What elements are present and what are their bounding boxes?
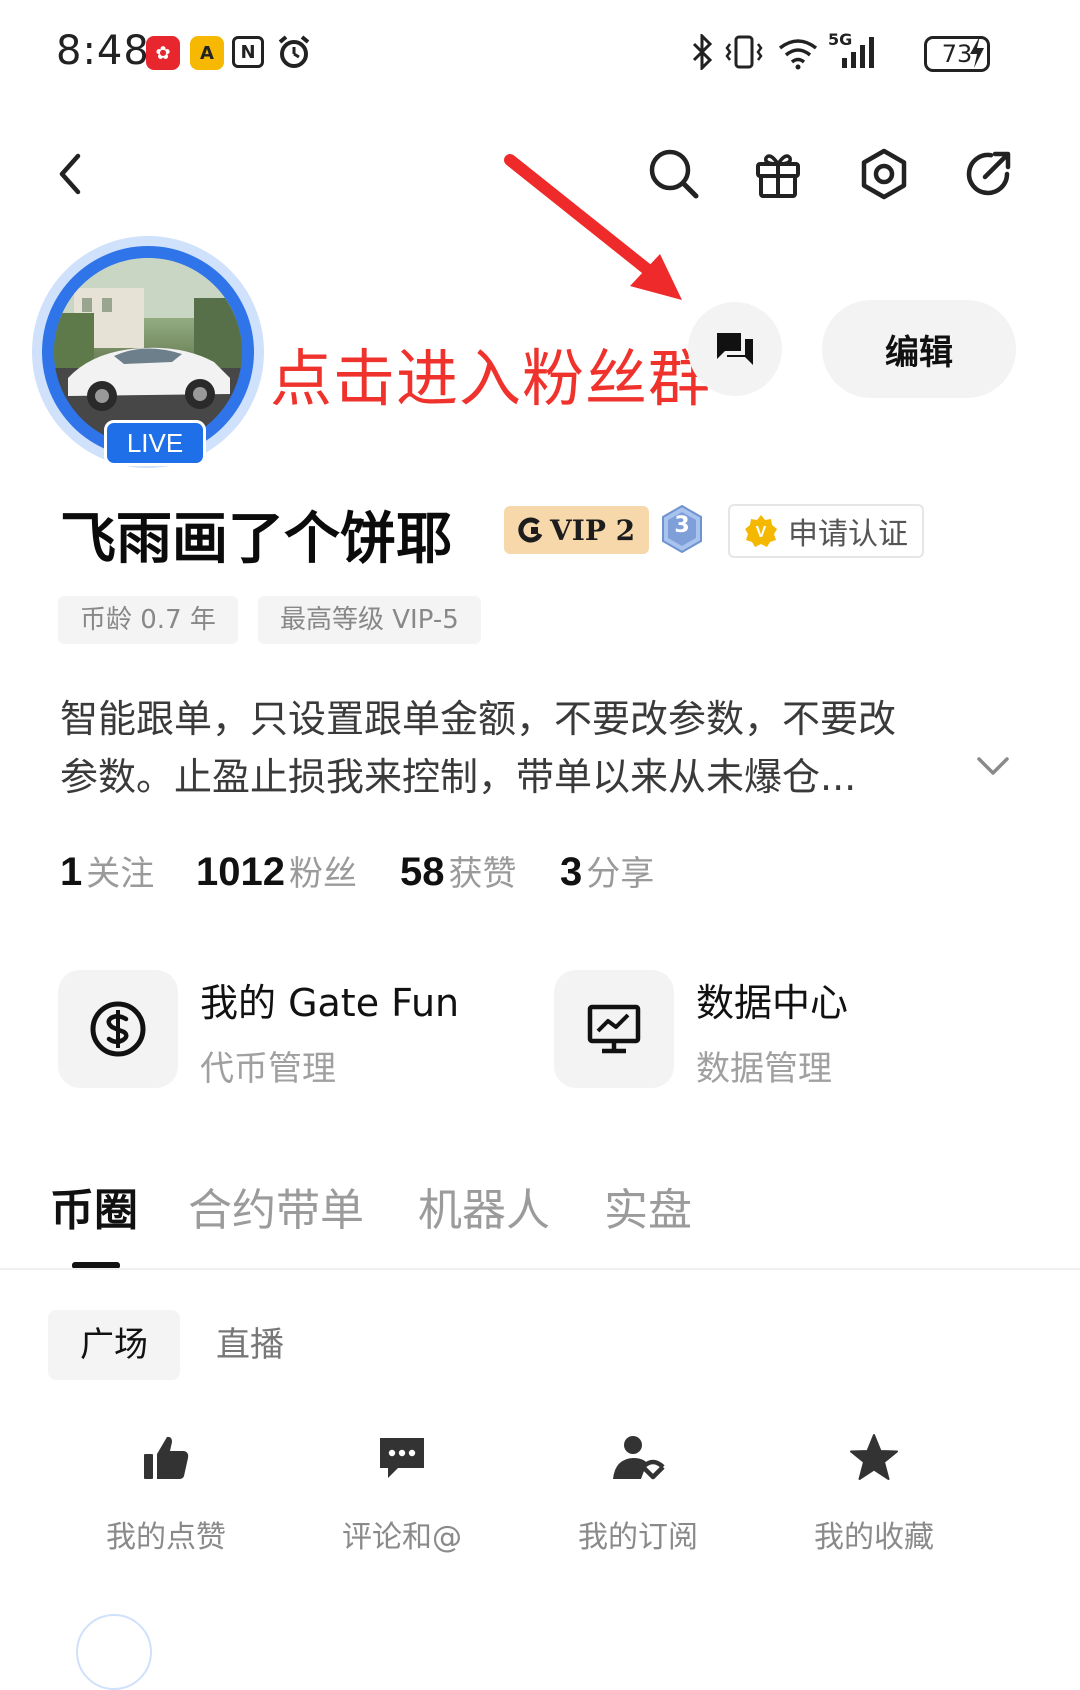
stat-shares[interactable]: 3 分享 (560, 846, 654, 895)
comment-icon (380, 1438, 424, 1478)
apply-verification-button[interactable]: V 申请认证 (728, 504, 924, 558)
star-icon (850, 1434, 898, 1480)
bluetooth-icon (690, 32, 714, 74)
stat-label: 关注 (86, 854, 155, 894)
live-badge[interactable]: LIVE (104, 420, 206, 466)
edit-profile-button[interactable]: 编辑 (822, 300, 1016, 398)
chevron-left-icon (59, 153, 81, 195)
stat-value: 1012 (196, 850, 285, 894)
quick-label: 我的收藏 (814, 1520, 934, 1555)
gear-icon (861, 148, 907, 200)
quick-comments-mentions[interactable]: 评论和@ (302, 1428, 502, 1556)
stat-value: 3 (560, 850, 583, 894)
share-button[interactable] (956, 142, 1020, 206)
gift-button[interactable] (746, 142, 810, 206)
data-center-text[interactable]: 数据中心 数据管理 (696, 972, 848, 1090)
post-avatar[interactable] (76, 1614, 152, 1690)
stat-value: 58 (400, 850, 445, 894)
bio-line: 智能跟单，只设置跟单金额，不要改参数，不要改 (60, 697, 897, 741)
data-center-subtitle: 数据管理 (696, 1049, 832, 1089)
subtab-live[interactable]: 直播 (216, 1310, 284, 1380)
dollar-circle-icon (90, 1001, 146, 1057)
stat-value: 1 (60, 850, 83, 894)
signal-icon (840, 34, 880, 74)
gate-fun-title: 我的 Gate Fun (200, 981, 460, 1025)
vip-label: VIP 2 (550, 513, 636, 547)
quick-my-favorites[interactable]: 我的收藏 (774, 1428, 974, 1556)
wifi-icon (776, 34, 820, 74)
charging-icon (966, 34, 988, 74)
vip-logo-icon (518, 517, 543, 543)
stat-label: 粉丝 (288, 854, 357, 894)
share-icon (966, 151, 1011, 196)
data-center-tool[interactable] (554, 970, 674, 1088)
nfc-icon: N (232, 36, 264, 68)
taxi-app-icon: A (190, 36, 224, 70)
monitor-chart-icon (587, 1004, 641, 1054)
verified-badge-icon: V (745, 515, 777, 547)
level-number: 3 (674, 513, 690, 538)
stat-likes[interactable]: 58 获赞 (400, 846, 517, 895)
quick-my-subscriptions[interactable]: 我的订阅 (538, 1428, 738, 1556)
settings-button[interactable] (852, 142, 916, 206)
level-badge[interactable]: 3 (660, 504, 704, 554)
tab-divider (0, 1268, 1080, 1270)
data-center-title: 数据中心 (696, 981, 849, 1025)
back-button[interactable] (38, 142, 102, 206)
huawei-app-icon: ✿ (146, 36, 180, 70)
verify-label: 申请认证 (788, 517, 908, 552)
gate-fun-tool[interactable] (58, 970, 178, 1088)
avatar[interactable] (54, 258, 242, 446)
svg-text:V: V (756, 524, 767, 541)
gift-icon (756, 154, 800, 198)
profile-bio[interactable]: 智能跟单，只设置跟单金额，不要改参数，不要改 参数。止盈止损我来控制，带单以来从… (60, 690, 980, 806)
thumb-up-icon (144, 1436, 189, 1479)
quick-label: 我的订阅 (578, 1520, 698, 1555)
subscribe-user-icon (613, 1436, 665, 1480)
expand-bio-button[interactable] (976, 756, 1010, 780)
chat-bubbles-icon (717, 333, 753, 365)
gate-fun-subtitle: 代币管理 (200, 1049, 336, 1089)
fan-group-button[interactable] (688, 302, 782, 396)
status-time: 8:48 (56, 28, 150, 74)
quick-label: 我的点赞 (106, 1520, 226, 1555)
stat-label: 分享 (586, 854, 655, 894)
coin-age-tag: 币龄 0.7 年 (58, 596, 238, 644)
max-level-tag: 最高等级 VIP-5 (258, 596, 481, 644)
tab-coin-circle[interactable]: 币圈 (50, 1174, 138, 1238)
chevron-down-icon (977, 757, 1009, 775)
subtab-square[interactable]: 广场 (48, 1310, 180, 1380)
alarm-icon (276, 34, 312, 74)
profile-name: 飞雨画了个饼耶 (60, 507, 452, 572)
quick-my-likes[interactable]: 我的点赞 (66, 1428, 266, 1556)
bio-line: 参数。止盈止损我来控制，带单以来从未爆仓... (60, 755, 857, 799)
tab-live-trading[interactable]: 实盘 (604, 1174, 692, 1238)
vibrate-icon (724, 34, 764, 74)
annotation-text: 点击进入粉丝群 (270, 342, 712, 415)
vip-badge[interactable]: VIP 2 (504, 506, 650, 554)
gate-fun-text[interactable]: 我的 Gate Fun 代币管理 (200, 972, 459, 1090)
tab-copy-trading[interactable]: 合约带单 (188, 1174, 364, 1238)
stat-label: 获赞 (448, 854, 517, 894)
quick-label: 评论和@ (342, 1520, 462, 1555)
tab-bots[interactable]: 机器人 (418, 1174, 550, 1238)
car-avatar-image (54, 258, 242, 446)
stat-following[interactable]: 1 关注 (60, 846, 154, 895)
stat-followers[interactable]: 1012 粉丝 (196, 846, 357, 895)
annotation-arrow-icon (504, 154, 682, 300)
